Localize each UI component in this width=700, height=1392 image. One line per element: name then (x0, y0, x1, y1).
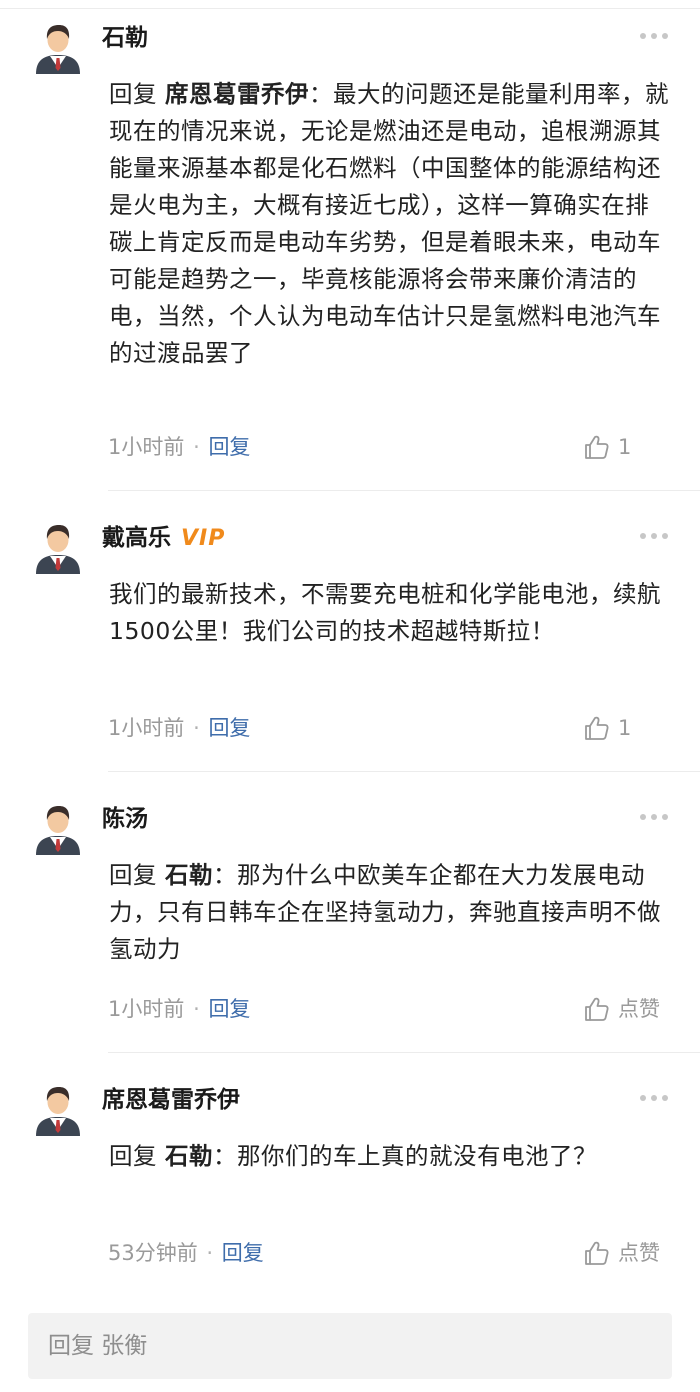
more-dots-icon[interactable] (640, 1092, 676, 1104)
comment-meta: 1小时前 · 回复 (108, 432, 250, 462)
user-avatar-icon[interactable] (34, 20, 82, 74)
reply-prefix: 回复 (109, 1142, 165, 1170)
reply-input[interactable]: 回复 张衡 (28, 1313, 672, 1379)
user-avatar-icon[interactable] (34, 520, 82, 574)
comment-meta: 1小时前 · 回复 (108, 994, 250, 1024)
comment-divider (108, 490, 700, 491)
thumbs-up-icon[interactable] (584, 996, 610, 1022)
reply-prefix: 回复 (109, 80, 165, 108)
meta-separator: · (193, 716, 200, 740)
reply-target-user[interactable]: 石勒 (165, 861, 213, 889)
more-dots-icon[interactable] (640, 530, 676, 542)
like-count: 点赞 (618, 1241, 660, 1265)
meta-separator: · (193, 997, 200, 1021)
comment-time: 53分钟前 (108, 1241, 198, 1265)
reply-target-user[interactable]: 石勒 (165, 1142, 213, 1170)
reply-target-user[interactable]: 席恩葛雷乔伊 (165, 80, 309, 108)
user-avatar-icon[interactable] (34, 801, 82, 855)
like-count: 1 (618, 716, 632, 740)
like-button[interactable]: 1 (584, 432, 631, 462)
more-dots-icon[interactable] (640, 30, 676, 42)
meta-separator: · (193, 435, 200, 459)
username-text[interactable]: 陈汤 (102, 806, 148, 832)
reply-button[interactable]: 回复 (222, 1241, 264, 1265)
like-button[interactable]: 点赞 (584, 1238, 660, 1268)
comment-time: 1小时前 (108, 716, 185, 740)
reply-prefix: 回复 (109, 861, 165, 889)
comment-meta: 1小时前 · 回复 (108, 713, 250, 743)
top-divider (0, 0, 700, 9)
comment-body: 回复 石勒：那为什么中欧美车企都在大力发展电动力，只有日韩车企在坚持氢动力，奔驰… (109, 857, 669, 968)
comment-body: 回复 石勒：那你们的车上真的就没有电池了？ (109, 1138, 669, 1175)
comment-meta: 53分钟前 · 回复 (108, 1238, 264, 1268)
comment-body: 回复 席恩葛雷乔伊：最大的问题还是能量利用率，就现在的情况来说，无论是燃油还是电… (109, 76, 669, 372)
like-button[interactable]: 点赞 (584, 994, 660, 1024)
reply-button[interactable]: 回复 (208, 716, 250, 740)
comment-text: 那你们的车上真的就没有电池了？ (236, 1142, 597, 1170)
username-text[interactable]: 戴高乐 (102, 525, 171, 551)
thumbs-up-icon[interactable] (584, 715, 610, 741)
vip-badge: VIP (181, 526, 226, 551)
comment-divider (108, 1052, 700, 1053)
like-count: 点赞 (618, 997, 660, 1021)
comment-time: 1小时前 (108, 435, 185, 459)
comment-username[interactable]: 席恩葛雷乔伊 (102, 1084, 240, 1116)
meta-separator: · (206, 1241, 214, 1265)
reply-colon: ： (212, 861, 237, 889)
user-avatar-icon[interactable] (34, 1082, 82, 1136)
like-count: 1 (618, 435, 632, 459)
thumbs-up-icon[interactable] (584, 1240, 610, 1266)
username-text[interactable]: 席恩葛雷乔伊 (102, 1087, 240, 1113)
comment-time: 1小时前 (108, 997, 185, 1021)
reply-input-placeholder: 回复 张衡 (48, 1333, 148, 1359)
like-button[interactable]: 1 (584, 713, 631, 743)
thumbs-up-icon[interactable] (584, 434, 610, 460)
reply-button[interactable]: 回复 (208, 997, 250, 1021)
reply-button[interactable]: 回复 (208, 435, 250, 459)
username-text[interactable]: 石勒 (102, 25, 148, 51)
comment-body: 我们的最新技术，不需要充电桩和化学能电池，续航1500公里！我们公司的技术超越特… (109, 576, 669, 650)
comment-username[interactable]: 石勒 (102, 22, 148, 54)
reply-colon: ： (212, 1142, 237, 1170)
comment-text: 我们的最新技术，不需要充电桩和化学能电池，续航1500公里！我们公司的技术超越特… (109, 580, 661, 645)
comment-username[interactable]: 戴高乐 VIP (102, 522, 225, 555)
comment-username[interactable]: 陈汤 (102, 803, 148, 835)
reply-colon: ： (308, 80, 333, 108)
comment-text: 最大的问题还是能量利用率，就现在的情况来说，无论是燃油还是电动，追根溯源其能量来… (109, 80, 669, 367)
comment-divider (108, 771, 700, 772)
more-dots-icon[interactable] (640, 811, 676, 823)
